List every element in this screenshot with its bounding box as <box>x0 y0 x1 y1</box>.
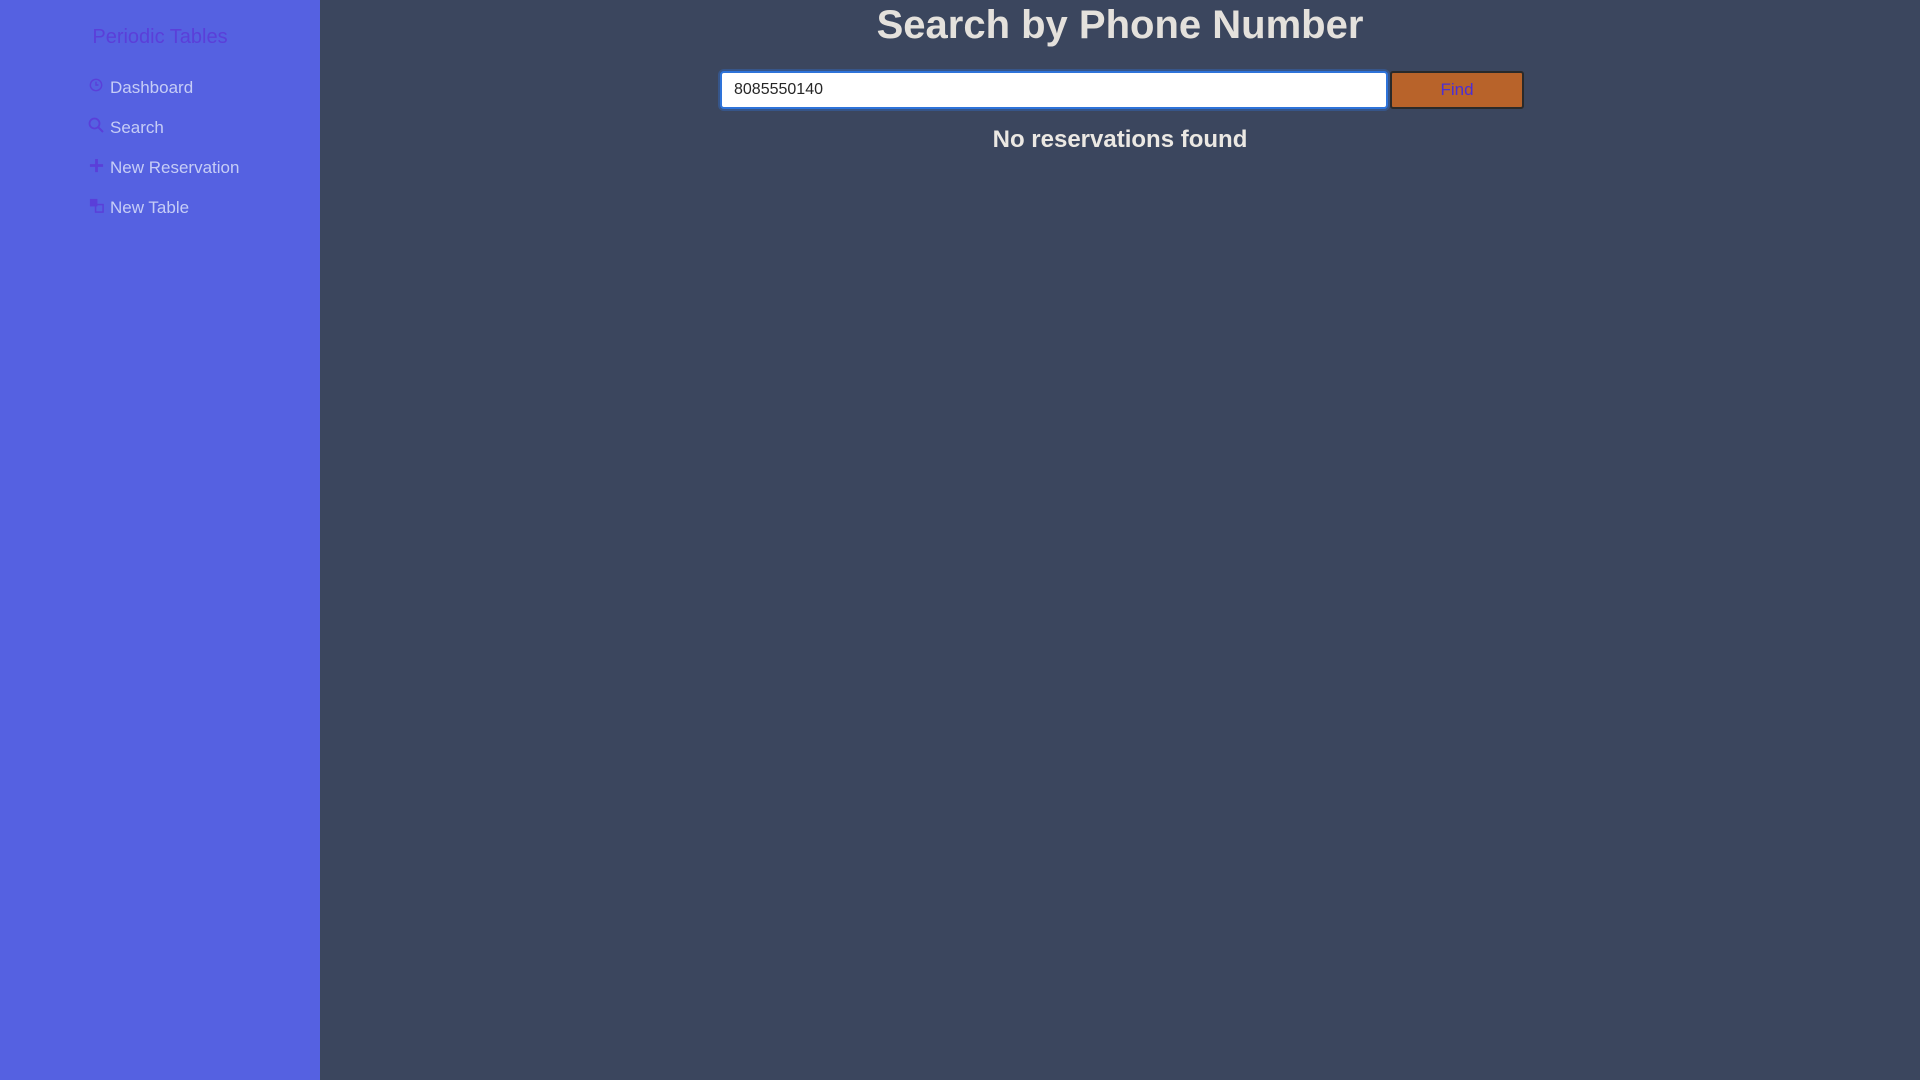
sidebar-item-new-table[interactable]: New Table <box>88 188 239 228</box>
sidebar-item-label: New Reservation <box>110 158 240 177</box>
no-results-message: No reservations found <box>992 126 1248 153</box>
search-form: Find <box>720 71 1524 109</box>
sidebar-nav: Dashboard Search New Reservation New Tab… <box>88 68 239 228</box>
brand-link[interactable]: Periodic Tables <box>0 26 320 49</box>
layers-icon <box>88 197 104 213</box>
phone-search-input[interactable] <box>720 71 1388 109</box>
sidebar-item-label: Search <box>110 118 164 137</box>
find-button[interactable]: Find <box>1390 71 1524 109</box>
sidebar-item-dashboard[interactable]: Dashboard <box>88 68 239 108</box>
search-icon <box>88 117 104 133</box>
sidebar-item-new-reservation[interactable]: New Reservation <box>88 148 239 188</box>
sidebar-item-label: Dashboard <box>110 78 194 97</box>
page-title: Search by Phone Number <box>876 3 1364 47</box>
clock-icon <box>88 77 104 93</box>
main-content: Search by Phone Number Find No reservati… <box>320 0 1920 1080</box>
sidebar-item-label: New Table <box>110 198 190 217</box>
sidebar-item-search[interactable]: Search <box>88 108 239 148</box>
plus-icon <box>88 157 104 173</box>
sidebar: Periodic Tables Dashboard Search New Res… <box>0 0 320 1080</box>
